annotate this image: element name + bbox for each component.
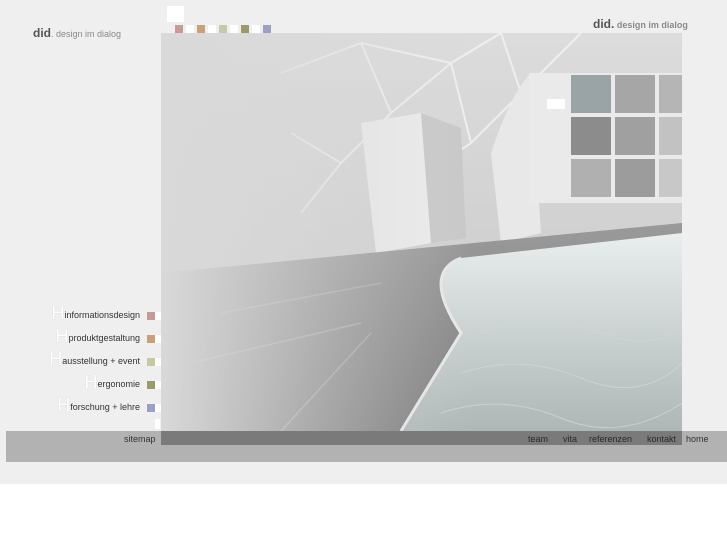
color-swatch xyxy=(186,25,194,33)
nav-letter-mark: H xyxy=(84,372,98,392)
footer-link-referenzen[interactable]: referenzen xyxy=(589,434,632,444)
logo-brand: did xyxy=(33,26,51,40)
color-swatch xyxy=(230,25,238,33)
hero-image xyxy=(161,33,682,431)
color-swatch xyxy=(252,25,260,33)
nav-item-label: forschung + lehre xyxy=(70,402,140,412)
nav-item-produktgestaltung[interactable]: Hproduktgestaltung xyxy=(55,327,161,345)
logo-right[interactable]: did. design im dialog xyxy=(593,17,688,31)
color-swatch xyxy=(263,25,271,33)
sitemap-link[interactable]: sitemap xyxy=(124,434,156,444)
decorative-small-box xyxy=(155,419,160,429)
nav-swatch-tail xyxy=(155,312,161,320)
nav-item-label: ausstellung + event xyxy=(62,356,140,366)
nav-item-label: produktgestaltung xyxy=(68,333,140,343)
nav-item-ergonomie[interactable]: Hergonomie xyxy=(84,373,161,391)
footer-link-team[interactable]: team xyxy=(528,434,548,444)
nav-color-swatch xyxy=(147,335,155,343)
nav-letter-mark: H xyxy=(49,349,63,369)
nav-letter-mark: H xyxy=(55,326,69,346)
nav-item-ausstellung-event[interactable]: Hausstellung + event xyxy=(49,350,161,368)
nav-color-swatch xyxy=(147,358,155,366)
nav-swatch-tail xyxy=(155,404,161,412)
color-swatch xyxy=(197,25,205,33)
nav-color-swatch xyxy=(147,404,155,412)
nav-swatch-tail xyxy=(155,381,161,389)
decorative-white-square xyxy=(167,6,184,22)
footer-link-home[interactable]: home xyxy=(686,434,709,444)
color-swatch xyxy=(175,25,183,33)
nav-swatch-tail xyxy=(155,335,161,343)
nav-color-swatch xyxy=(147,312,155,320)
color-swatch xyxy=(208,25,216,33)
exhibition-render-illustration xyxy=(161,33,682,431)
nav-color-swatch xyxy=(147,381,155,389)
nav-letter-mark: H xyxy=(57,395,71,415)
color-swatch xyxy=(219,25,227,33)
logo-right-brand: did. xyxy=(593,17,615,31)
nav-swatch-tail xyxy=(155,358,161,366)
logo-right-tagline: design im dialog xyxy=(614,20,688,30)
footer-link-kontakt[interactable]: kontakt xyxy=(647,434,676,444)
nav-item-label: informationsdesign xyxy=(64,310,140,320)
footer-link-vita[interactable]: vita xyxy=(563,434,577,444)
nav-letter-mark: H xyxy=(51,303,65,323)
color-swatch xyxy=(241,25,249,33)
color-swatch-strip xyxy=(175,25,274,33)
nav-item-informationsdesign[interactable]: Hinformationsdesign xyxy=(51,304,161,322)
logo-tagline: . design im dialog xyxy=(51,29,122,39)
nav-item-forschung-lehre[interactable]: Hforschung + lehre xyxy=(57,396,161,414)
logo-left[interactable]: did. design im dialog xyxy=(33,26,121,40)
nav-item-label: ergonomie xyxy=(97,379,140,389)
